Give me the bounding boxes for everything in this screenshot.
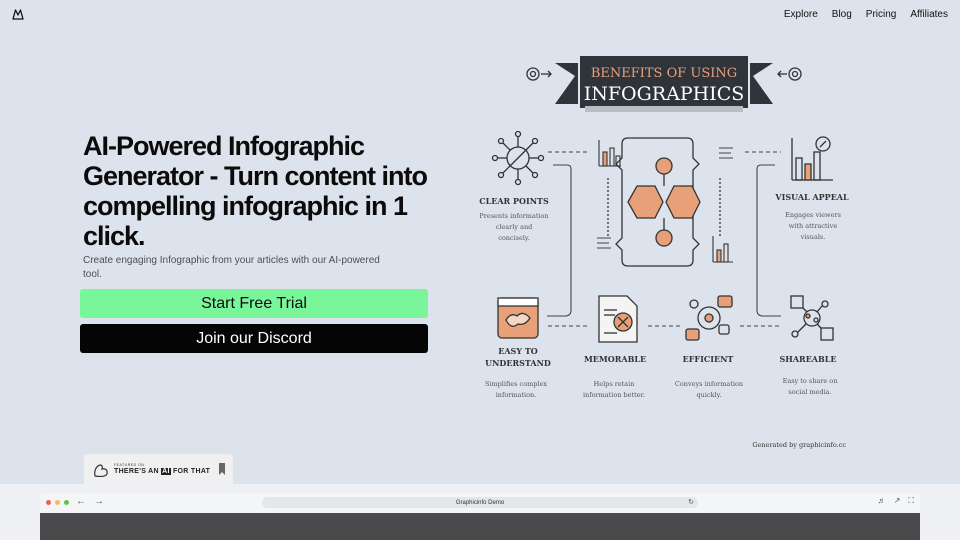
nav-blog[interactable]: Blog — [832, 9, 852, 20]
item-visual-appeal-desc1: Engages viewers — [785, 211, 841, 219]
top-nav: Explore Blog Pricing Affiliates — [784, 9, 948, 20]
item-memorable-desc1: Helps retain — [594, 380, 635, 388]
minimize-dot[interactable] — [55, 500, 60, 505]
maximize-dot[interactable] — [64, 500, 69, 505]
hero-subtitle: Create engaging Infographic from your ar… — [83, 255, 380, 280]
nav-affiliates[interactable]: Affiliates — [910, 9, 948, 20]
start-free-trial-button[interactable]: Start Free Trial — [80, 289, 428, 318]
item-clear-points-heading: CLEAR POINTS — [479, 196, 549, 206]
nav-explore[interactable]: Explore — [784, 9, 818, 20]
item-efficient-desc1: Conveys information — [675, 380, 743, 388]
browser-nav-arrows: ← → — [76, 496, 104, 507]
hero-title: AI-Powered Infographic Generator - Turn … — [83, 131, 428, 251]
item-easy-heading2: UNDERSTAND — [485, 358, 551, 368]
nav-pricing[interactable]: Pricing — [866, 9, 897, 20]
infographic-title-line1: BENEFITS OF USING — [591, 66, 737, 81]
browser-right-controls: ♬ ↗ ⛶ — [878, 496, 914, 506]
item-easy-heading1: EASY TO — [498, 346, 538, 356]
item-shareable-desc1: Easy to share on — [783, 377, 838, 385]
map-box-icon — [497, 297, 539, 339]
url-bar[interactable]: Graphicinfo Demo ↻ — [262, 497, 698, 508]
join-discord-button[interactable]: Join our Discord — [80, 324, 428, 353]
item-clear-points-desc2: clearly and — [496, 223, 533, 231]
reload-icon[interactable]: ↻ — [688, 498, 694, 506]
featured-badge[interactable]: FEATURED ON THERE'S AN AI FOR THAT — [84, 454, 233, 486]
item-clear-points-desc3: concisely. — [498, 234, 530, 242]
item-visual-appeal-heading: VISUAL APPEAL — [774, 192, 849, 202]
item-memorable-heading: MEMORABLE — [584, 354, 646, 364]
logo-icon[interactable] — [12, 8, 24, 20]
demo-video-viewport[interactable] — [40, 513, 920, 540]
badge-brand-label: THERE'S AN AI FOR THAT — [114, 468, 211, 475]
item-shareable-desc2: social media. — [788, 388, 831, 396]
item-easy-desc1: Simplifies complex — [485, 380, 547, 388]
back-arrow-icon[interactable]: ← — [76, 496, 86, 507]
infographic-image: BENEFITS OF USING INFOGRAPHICS CLEAR POI… — [475, 48, 875, 458]
bookmark-icon — [219, 463, 225, 475]
badge-featured-label: FEATURED ON — [114, 463, 145, 467]
item-visual-appeal-desc3: visuals. — [800, 233, 826, 241]
infographic-credit: Generated by graphicinfo.cc — [752, 441, 846, 449]
document-icon — [598, 295, 638, 343]
url-text: Graphicinfo Demo — [455, 499, 505, 506]
item-efficient-heading: EFFICIENT — [683, 354, 734, 364]
forward-arrow-icon[interactable]: → — [94, 496, 104, 507]
item-efficient-desc2: quickly. — [697, 391, 722, 399]
item-visual-appeal-desc2: with attractive — [789, 222, 838, 230]
browser-window: ← → Graphicinfo Demo ↻ ♬ ↗ ⛶ — [40, 493, 920, 540]
item-clear-points-desc1: Presents information — [479, 212, 548, 220]
item-shareable-heading: SHAREABLE — [780, 354, 837, 364]
close-dot[interactable] — [46, 500, 51, 505]
speaker-icon[interactable]: ♬ — [878, 496, 886, 506]
window-controls — [46, 500, 69, 505]
item-easy-desc2: information. — [496, 391, 537, 399]
item-memorable-desc2: information better. — [583, 391, 645, 399]
external-link-icon[interactable]: ↗ — [894, 496, 901, 506]
muscle-arm-icon — [94, 464, 108, 477]
fullscreen-icon[interactable]: ⛶ — [908, 496, 914, 506]
infographic-title-line2: INFOGRAPHICS — [584, 83, 745, 105]
